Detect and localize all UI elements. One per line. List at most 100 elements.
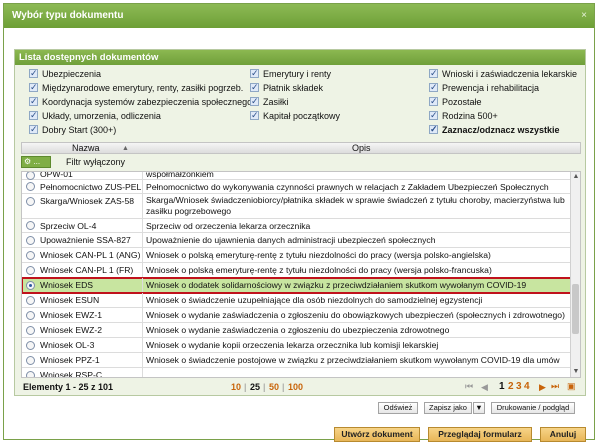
create-document-button[interactable]: Utwórz dokument [334,427,420,442]
select-all-checkbox[interactable]: Zaznacz/odznacz wszystkie [429,123,560,136]
filter-checkbox[interactable]: Emerytury i renty [250,67,331,80]
radio-button[interactable] [26,356,35,365]
table-row[interactable]: Wniosek ESUN Wniosek o świadczenie uzupeł… [22,293,572,308]
filter-checkbox[interactable]: Dobry Start (300+) [29,123,116,136]
row-desc: Upoważnienie do ujawnienia danych admini… [146,235,436,245]
radio-button[interactable] [26,281,35,290]
refresh-button[interactable]: Odśwież [378,402,418,414]
row-name: Wniosek ESUN [40,295,100,305]
page-2[interactable]: 2 [508,381,514,392]
row-name: Wniosek EWZ-1 [40,310,103,320]
checkbox-icon [29,95,38,107]
radio-button[interactable] [26,236,35,245]
row-name: Wniosek OL-3 [40,340,95,350]
sort-arrow-icon: ▲ [122,145,129,152]
table-row[interactable]: Wniosek PPZ-1 Wniosek o świadczenie posto… [22,353,572,368]
table-row[interactable]: Sprzeciw OL-4 Sprzeciw od orzeczenia leka… [22,219,572,233]
document-type-dialog: Wybór typu dokumentu × Lista dostępnych … [3,3,595,442]
checkbox-icon [250,67,259,79]
filter-checkbox[interactable]: Ubezpieczenia [29,67,101,80]
print-preview-button[interactable]: Drukowanie / podgląd [491,402,575,414]
prev-page-icon[interactable]: ◀ [481,382,488,393]
filter-checkbox[interactable]: Międzynarodowe emerytury, renty, zasiłki… [29,81,243,94]
radio-button[interactable] [26,197,35,206]
checkbox-icon [29,109,38,121]
table-row[interactable]: Wniosek CAN-PL 1 (FR) Wniosek o polską em… [22,263,572,278]
table-row[interactable]: Wniosek CAN-PL 1 (ANG) Wniosek o polską e… [22,248,572,263]
table-row[interactable]: Wniosek RSP-C [22,368,572,378]
page-size-100[interactable]: 100 [288,382,303,392]
row-desc: Wniosek o świadczenie postojowe w związk… [146,355,560,365]
documents-panel: Lista dostępnych dokumentów Ubezpieczeni… [14,49,586,396]
last-page-icon[interactable]: ⏭ [551,381,559,392]
first-page-icon[interactable]: ⏮ [465,381,473,392]
cancel-button[interactable]: Anuluj [540,427,586,442]
filter-checkbox[interactable]: Kapitał początkowy [250,109,340,122]
filter-checkbox[interactable]: Wnioski i zaświadczenia lekarskie [429,67,577,80]
row-desc: Wniosek o polską emeryturę-rentę z tytuł… [146,250,491,260]
row-name: Wniosek RSP-C [40,370,103,378]
radio-button[interactable] [26,221,35,230]
filter-checkbox[interactable]: Koordynacja systemów zabezpieczenia społ… [29,95,252,108]
radio-button[interactable] [26,326,35,335]
table-row[interactable]: Wniosek EWZ-1 Wniosek o wydanie zaświadcz… [22,308,572,323]
page-3[interactable]: 3 [516,381,522,392]
radio-button[interactable] [26,172,35,180]
filter-checkbox[interactable]: Pozostałe [429,95,482,108]
radio-button[interactable] [26,311,35,320]
checkbox-icon [29,123,38,135]
table-row[interactable]: Wniosek OL-3 Wniosek o wydanie kopii orze… [22,338,572,353]
row-name: Wniosek EDS [40,280,94,290]
row-desc: Wniosek o dodatek solidarnościowy w zwią… [146,280,527,290]
radio-button[interactable] [26,182,35,191]
table-row-selected[interactable]: Wniosek EDS Wniosek o dodatek solidarnośc… [22,277,573,294]
checkbox-icon [29,67,38,79]
table-row[interactable]: Pełnomocnictwo ZUS-PEL Pełnomocnictwo do … [22,180,572,194]
filter-checkbox[interactable]: Płatnik składek [250,81,323,94]
checkbox-icon [250,95,259,107]
scrollbar-thumb[interactable] [572,284,579,334]
column-header-desc[interactable]: Opis [352,143,371,154]
radio-button[interactable] [26,371,35,377]
radio-button[interactable] [26,251,35,260]
page-1[interactable]: 1 [499,381,505,392]
filter-button[interactable]: ⚙ ... [21,156,51,168]
radio-button[interactable] [26,296,35,305]
scroll-up-icon[interactable]: ▲ [571,172,580,182]
page-4[interactable]: 4 [524,381,530,392]
export-icon[interactable]: ▣ [567,381,576,392]
table-row[interactable]: Skarga/Wniosek ZAS-58 Skarga/Wniosek świa… [22,194,572,219]
radio-button[interactable] [26,341,35,350]
page-size-25[interactable]: 25 [250,382,260,392]
filter-checkbox[interactable]: Zasiłki [250,95,289,108]
close-icon[interactable]: × [581,4,587,28]
dialog-titlebar: Wybór typu dokumentu × [4,4,594,28]
table-header: Nazwa ▲ Opis [21,142,581,154]
list-actions: Odśwież Zapisz jako ▼ Drukowanie / podgl… [14,400,586,414]
row-name: Skarga/Wniosek ZAS-58 [40,196,135,206]
next-page-icon[interactable]: ▶ [539,382,546,393]
items-count: Elementy 1 - 25 z 101 [23,382,114,392]
save-as-button[interactable]: Zapisz jako [424,402,472,414]
page-size-50[interactable]: 50 [269,382,279,392]
save-as-dropdown-icon[interactable]: ▼ [473,402,485,414]
browse-form-button[interactable]: Przeglądaj formularz [428,427,532,442]
table-row[interactable]: Upoważnienie SSA-827 Upoważnienie do ujaw… [22,233,572,248]
row-desc: Pełnomocnictwo do wykonywania czynności … [146,182,549,192]
page-size-10[interactable]: 10 [231,382,241,392]
vertical-scrollbar[interactable]: ▲ ▼ [570,172,580,377]
filter-checkbox[interactable]: Układy, umorzenia, odliczenia [29,109,161,122]
scroll-down-icon[interactable]: ▼ [571,367,580,377]
documents-list: OPW-01 współmałżonkiem Pełnomocnictwo ZUS… [21,171,581,378]
table-row[interactable]: OPW-01 współmałżonkiem [22,172,572,180]
filter-checkbox[interactable]: Rodzina 500+ [429,109,498,122]
filter-checkbox[interactable]: Prewencja i rehabilitacja [429,81,539,94]
checkbox-icon [29,81,38,93]
row-desc: Wniosek o wydanie zaświadczenia o zgłosz… [146,325,450,335]
filter-status: Filtr wyłączony [66,157,126,167]
table-row[interactable]: Wniosek EWZ-2 Wniosek o wydanie zaświadcz… [22,323,572,338]
row-name: Upoważnienie SSA-827 [40,235,131,245]
column-header-name[interactable]: Nazwa [72,143,100,154]
radio-button[interactable] [26,266,35,275]
category-filters: Ubezpieczenia Międzynarodowe emerytury, … [15,65,585,135]
